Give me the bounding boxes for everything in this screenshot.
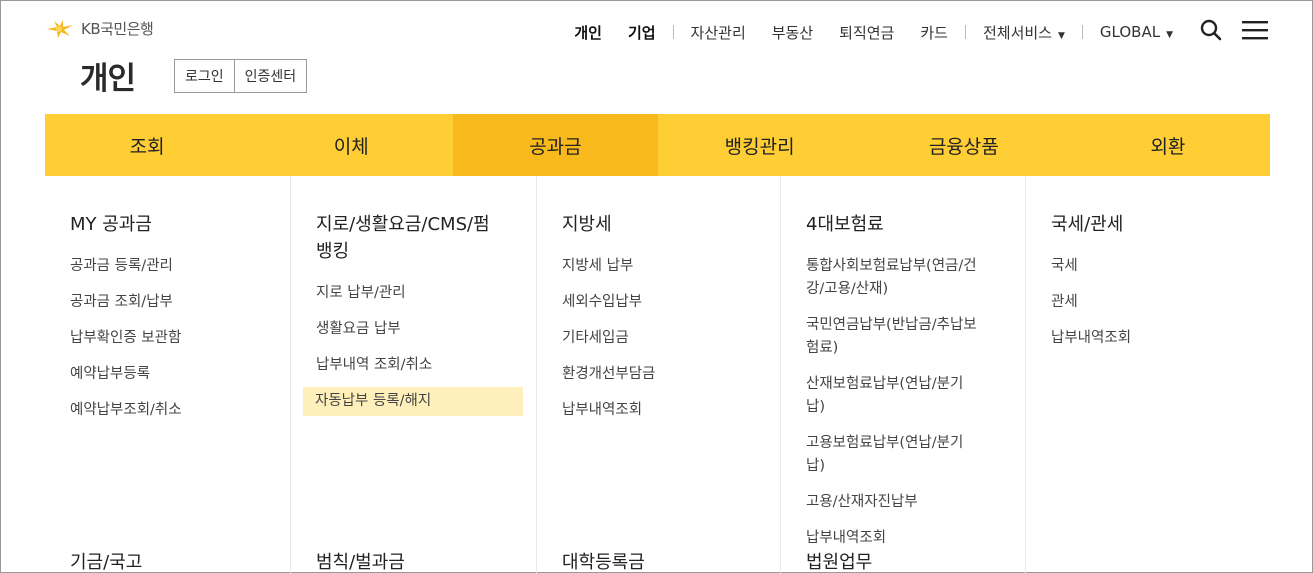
column-title[interactable]: 지방세 bbox=[562, 211, 752, 238]
topnav-global[interactable]: GLOBAL ▼ bbox=[1100, 23, 1173, 41]
auth-button-group: 로그인 인증센터 bbox=[174, 59, 308, 93]
tab-inquiry[interactable]: 조회 bbox=[45, 114, 249, 176]
topnav-asset[interactable]: 자산관리 bbox=[691, 22, 746, 43]
submenu-item[interactable]: 세외수입납부 bbox=[537, 288, 757, 317]
submenu-item[interactable]: 통합사회보험료납부(연금/건강/고용/산재) bbox=[781, 252, 981, 304]
submenu-item[interactable]: 납부내역 조회/취소 bbox=[291, 351, 511, 380]
divider bbox=[672, 25, 674, 39]
utility-bills-submenu: MY 공과금 공과금 등록/관리 공과금 조회/납부 납부확인증 보관함 예약납… bbox=[45, 176, 1270, 573]
submenu-item[interactable]: 고용/산재자진납부 bbox=[781, 488, 981, 517]
submenu-item[interactable]: 환경개선부담금 bbox=[537, 360, 757, 389]
submenu-item[interactable]: 생활요금 납부 bbox=[291, 315, 511, 344]
column-title[interactable]: 법원업무 bbox=[806, 548, 872, 573]
search-icon[interactable] bbox=[1200, 19, 1222, 45]
submenu-column: 국세/관세 국세 관세 납부내역조회 bbox=[1026, 176, 1270, 573]
topnav-personal[interactable]: 개인 bbox=[574, 22, 602, 43]
submenu-column: MY 공과금 공과금 등록/관리 공과금 조회/납부 납부확인증 보관함 예약납… bbox=[45, 176, 291, 573]
topnav-card[interactable]: 카드 bbox=[920, 22, 948, 43]
hamburger-menu-icon[interactable] bbox=[1242, 20, 1268, 44]
submenu-item-highlighted[interactable]: 자동납부 등록/해지 bbox=[303, 387, 523, 416]
logo-text: KB국민은행 bbox=[81, 20, 154, 38]
cert-center-button[interactable]: 인증센터 bbox=[234, 59, 308, 93]
submenu-column: 지로/생활요금/CMS/펌뱅킹 지로 납부/관리 생활요금 납부 납부내역 조회… bbox=[291, 176, 537, 573]
submenu-item[interactable]: 공과금 조회/납부 bbox=[45, 288, 265, 317]
column-title[interactable]: MY 공과금 bbox=[70, 211, 260, 238]
topnav-all-services[interactable]: 전체서비스 ▼ bbox=[983, 22, 1065, 43]
submenu-item[interactable]: 납부내역조회 bbox=[537, 396, 757, 425]
submenu-item[interactable]: 납부확인증 보관함 bbox=[45, 324, 265, 353]
column-title[interactable]: 국세/관세 bbox=[1051, 211, 1241, 238]
submenu-item[interactable]: 국세 bbox=[1026, 252, 1246, 281]
column-title[interactable]: 기금/국고 bbox=[70, 548, 142, 573]
submenu-item[interactable]: 예약납부등록 bbox=[45, 360, 265, 389]
column-title[interactable]: 4대보험료 bbox=[806, 211, 996, 238]
topnav-realestate[interactable]: 부동산 bbox=[772, 22, 813, 43]
submenu-item[interactable]: 고용보험료납부(연납/분기납) bbox=[781, 429, 981, 481]
submenu-column: 4대보험료 통합사회보험료납부(연금/건강/고용/산재) 국민연금납부(반납금/… bbox=[781, 176, 1026, 573]
submenu-item[interactable]: 국민연금납부(반납금/추납보험료) bbox=[781, 311, 981, 363]
tab-utility-bills[interactable]: 공과금 bbox=[453, 114, 658, 176]
main-menu-bar: 조회 이체 공과금 뱅킹관리 금융상품 외환 bbox=[45, 114, 1270, 176]
column-title[interactable]: 지로/생활요금/CMS/펌뱅킹 bbox=[316, 211, 506, 265]
tab-financial-products[interactable]: 금융상품 bbox=[862, 114, 1066, 176]
page-title: 개인 bbox=[80, 61, 136, 97]
submenu-item[interactable]: 납부내역조회 bbox=[1026, 324, 1246, 353]
submenu-item[interactable]: 관세 bbox=[1026, 288, 1246, 317]
submenu-item[interactable]: 공과금 등록/관리 bbox=[45, 252, 265, 281]
divider bbox=[1081, 25, 1083, 39]
topnav-pension[interactable]: 퇴직연금 bbox=[839, 22, 894, 43]
login-button[interactable]: 로그인 bbox=[174, 59, 235, 93]
divider bbox=[964, 25, 966, 39]
column-title[interactable]: 범칙/벌과금 bbox=[316, 548, 405, 573]
caret-down-icon: ▼ bbox=[1057, 30, 1065, 41]
all-services-label: 전체서비스 bbox=[982, 23, 1052, 42]
tab-banking-management[interactable]: 뱅킹관리 bbox=[658, 114, 862, 176]
column-title[interactable]: 대학등록금 bbox=[562, 548, 645, 573]
tab-transfer[interactable]: 이체 bbox=[249, 114, 453, 176]
submenu-item[interactable]: 산재보험료납부(연납/분기납) bbox=[781, 370, 981, 422]
global-label: GLOBAL bbox=[1099, 23, 1161, 41]
caret-down-icon: ▼ bbox=[1166, 30, 1173, 40]
submenu-item[interactable]: 지방세 납부 bbox=[537, 252, 757, 281]
submenu-item[interactable]: 기타세입금 bbox=[537, 324, 757, 353]
submenu-item[interactable]: 지로 납부/관리 bbox=[291, 279, 511, 308]
submenu-item[interactable]: 예약납부조회/취소 bbox=[45, 396, 265, 425]
topnav-business[interactable]: 기업 bbox=[628, 22, 656, 43]
kb-star-icon bbox=[47, 19, 73, 38]
kb-logo[interactable]: KB국민은행 bbox=[45, 18, 154, 39]
top-navigation: 개인 기업 자산관리 부동산 퇴직연금 카드 전체서비스 ▼ GLOBAL ▼ bbox=[561, 19, 1268, 45]
submenu-column: 지방세 지방세 납부 세외수입납부 기타세입금 환경개선부담금 납부내역조회 대… bbox=[537, 176, 781, 573]
tab-foreign-exchange[interactable]: 외환 bbox=[1066, 114, 1270, 176]
